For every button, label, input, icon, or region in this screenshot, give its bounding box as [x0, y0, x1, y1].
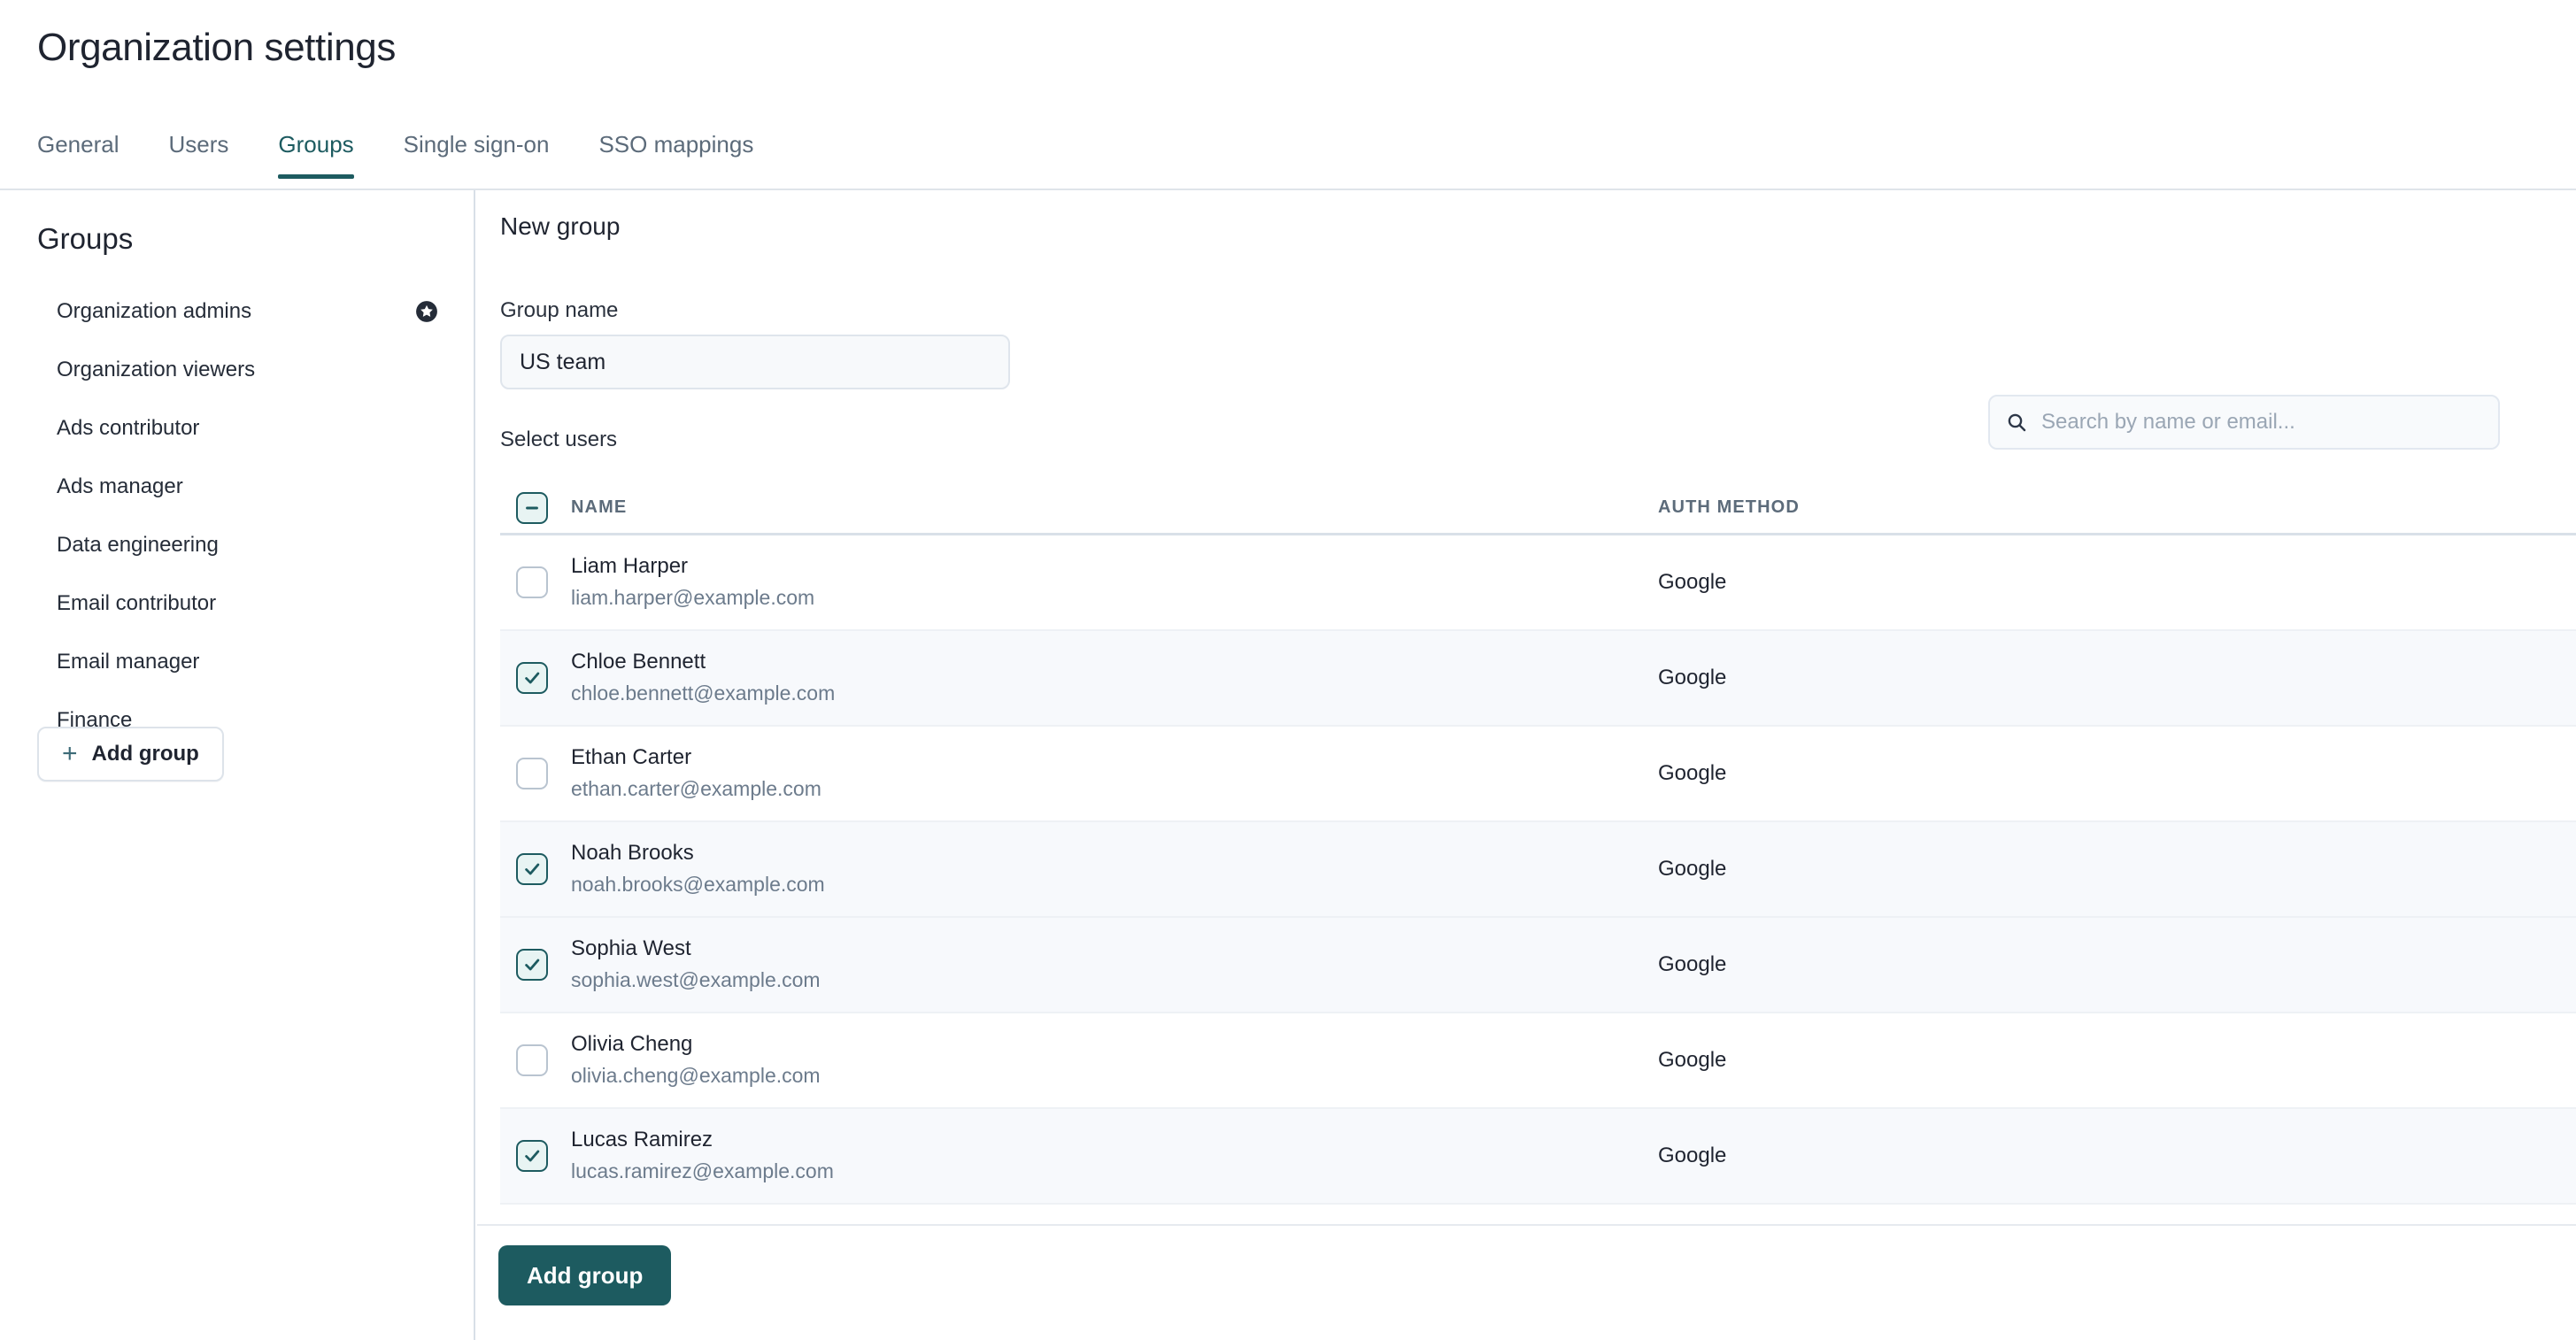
search-box[interactable]	[1988, 395, 2500, 450]
row-checkbox-checked[interactable]	[516, 949, 548, 981]
sidebar-item-organization-viewers[interactable]: Organization viewers	[0, 341, 474, 399]
user-email: chloe.bennett@example.com	[571, 681, 836, 705]
user-name: Sophia West	[571, 936, 691, 961]
table-row[interactable]: Sophia West sophia.west@example.com Google	[500, 918, 2576, 1013]
new-group-title: New group	[500, 212, 621, 240]
table-row[interactable]: Lucas Ramirez lucas.ramirez@example.com Go…	[500, 1109, 2576, 1205]
group-list: Organization admins Organization viewers A…	[0, 282, 474, 750]
users-table-header: NAME AUTH METHOD	[500, 482, 2576, 535]
sidebar-item-ads-manager[interactable]: Ads manager	[0, 458, 474, 516]
table-row[interactable]: Noah Brooks noah.brooks@example.com Google	[500, 822, 2576, 918]
users-table: NAME AUTH METHOD Liam Harper liam.harper@…	[500, 482, 2576, 1205]
sidebar-item-label: Ads contributor	[57, 416, 200, 440]
table-row[interactable]: Ethan Carter ethan.carter@example.com Goog…	[500, 727, 2576, 822]
row-checkbox-cell[interactable]	[500, 853, 571, 885]
row-checkbox-cell[interactable]	[500, 566, 571, 598]
submit-add-group-button[interactable]: Add group	[498, 1245, 672, 1305]
sidebar-item-email-manager[interactable]: Email manager	[0, 633, 474, 691]
row-checkbox-cell[interactable]	[500, 1044, 571, 1076]
select-all-checkbox-cell[interactable]	[500, 491, 571, 524]
user-name: Olivia Cheng	[571, 1032, 693, 1057]
user-email: noah.brooks@example.com	[571, 872, 825, 896]
column-header-name: NAME	[571, 497, 628, 517]
sidebar-item-email-contributor[interactable]: Email contributor	[0, 574, 474, 633]
row-checkbox-unchecked[interactable]	[516, 1044, 548, 1076]
sidebar-item-label: Data engineering	[57, 533, 219, 557]
group-name-input[interactable]	[500, 335, 1010, 389]
row-checkbox-unchecked[interactable]	[516, 566, 548, 598]
auth-method-value: Google	[1658, 761, 1727, 785]
user-name: Lucas Ramirez	[571, 1128, 713, 1152]
sidebar-item-label: Email manager	[57, 650, 200, 674]
page-title: Organization settings	[37, 26, 396, 69]
user-email: ethan.carter@example.com	[571, 776, 821, 800]
users-table-body: Liam Harper liam.harper@example.com Google…	[500, 535, 2576, 1205]
sidebar-item-data-engineering[interactable]: Data engineering	[0, 516, 474, 574]
plus-icon: +	[62, 739, 78, 768]
groups-sidebar: Groups Organization admins Organization v…	[0, 190, 475, 1340]
user-email: lucas.ramirez@example.com	[571, 1159, 834, 1182]
sidebar-item-label: Organization admins	[57, 299, 252, 323]
sidebar-item-ads-contributor[interactable]: Ads contributor	[0, 399, 474, 458]
tab-groups[interactable]: Groups	[278, 131, 354, 179]
new-group-panel: New group Group name Select users	[477, 190, 2576, 1340]
tab-single-sign-on[interactable]: Single sign-on	[404, 131, 550, 178]
table-row[interactable]: Chloe Bennett chloe.bennett@example.com Go…	[500, 631, 2576, 727]
user-name: Chloe Bennett	[571, 650, 706, 674]
search-icon	[2006, 412, 2027, 433]
user-cell: Chloe Bennett chloe.bennett@example.com	[571, 648, 1658, 708]
select-users-label: Select users	[500, 427, 618, 451]
auth-method-value: Google	[1658, 1144, 1727, 1167]
user-email: liam.harper@example.com	[571, 585, 815, 609]
organization-settings-page: Organization settings General Users Groups…	[0, 0, 2576, 1340]
user-email: olivia.cheng@example.com	[571, 1063, 821, 1087]
user-cell: Ethan Carter ethan.carter@example.com	[571, 743, 1658, 804]
auth-method-value: Google	[1658, 952, 1727, 976]
form-footer: Add group	[477, 1224, 2576, 1340]
user-cell: Noah Brooks noah.brooks@example.com	[571, 839, 1658, 899]
group-name-label: Group name	[500, 298, 619, 322]
auth-method-value: Google	[1658, 570, 1727, 594]
sidebar-item-organization-admins[interactable]: Organization admins	[0, 282, 474, 341]
row-checkbox-checked[interactable]	[516, 662, 548, 694]
search-input[interactable]	[2040, 409, 2482, 435]
auth-method-value: Google	[1658, 857, 1727, 881]
row-checkbox-cell[interactable]	[500, 758, 571, 789]
sidebar-title: Groups	[37, 222, 134, 255]
tab-users[interactable]: Users	[169, 131, 229, 178]
tab-bar: General Users Groups Single sign-on SSO mapp…	[37, 131, 803, 179]
tab-general[interactable]: General	[37, 131, 120, 178]
select-all-checkbox[interactable]	[516, 491, 548, 524]
row-checkbox-cell[interactable]	[500, 662, 571, 694]
user-name: Liam Harper	[571, 554, 689, 579]
auth-method-value: Google	[1658, 1048, 1727, 1072]
tab-sso-mappings[interactable]: SSO mappings	[598, 131, 753, 178]
user-cell: Lucas Ramirez lucas.ramirez@example.com	[571, 1126, 1658, 1186]
add-group-button[interactable]: + Add group	[37, 727, 224, 782]
user-name: Ethan Carter	[571, 745, 692, 770]
row-checkbox-checked[interactable]	[516, 853, 548, 885]
row-checkbox-unchecked[interactable]	[516, 758, 548, 789]
table-row[interactable]: Olivia Cheng olivia.cheng@example.com Goog…	[500, 1013, 2576, 1109]
row-checkbox-cell[interactable]	[500, 1140, 571, 1172]
user-cell: Sophia West sophia.west@example.com	[571, 935, 1658, 995]
star-badge-icon	[415, 300, 438, 323]
auth-method-value: Google	[1658, 666, 1727, 689]
row-checkbox-cell[interactable]	[500, 949, 571, 981]
add-group-button-label: Add group	[91, 742, 199, 766]
user-cell: Liam Harper liam.harper@example.com	[571, 552, 1658, 612]
row-checkbox-checked[interactable]	[516, 1140, 548, 1172]
column-header-auth-method: AUTH METHOD	[1658, 497, 1800, 517]
table-row[interactable]: Liam Harper liam.harper@example.com Google	[500, 535, 2576, 631]
sidebar-item-label: Ads manager	[57, 474, 183, 498]
sidebar-item-label: Email contributor	[57, 591, 217, 615]
user-name: Noah Brooks	[571, 841, 694, 866]
sidebar-item-label: Organization viewers	[57, 358, 256, 381]
user-cell: Olivia Cheng olivia.cheng@example.com	[571, 1030, 1658, 1090]
user-email: sophia.west@example.com	[571, 967, 821, 991]
